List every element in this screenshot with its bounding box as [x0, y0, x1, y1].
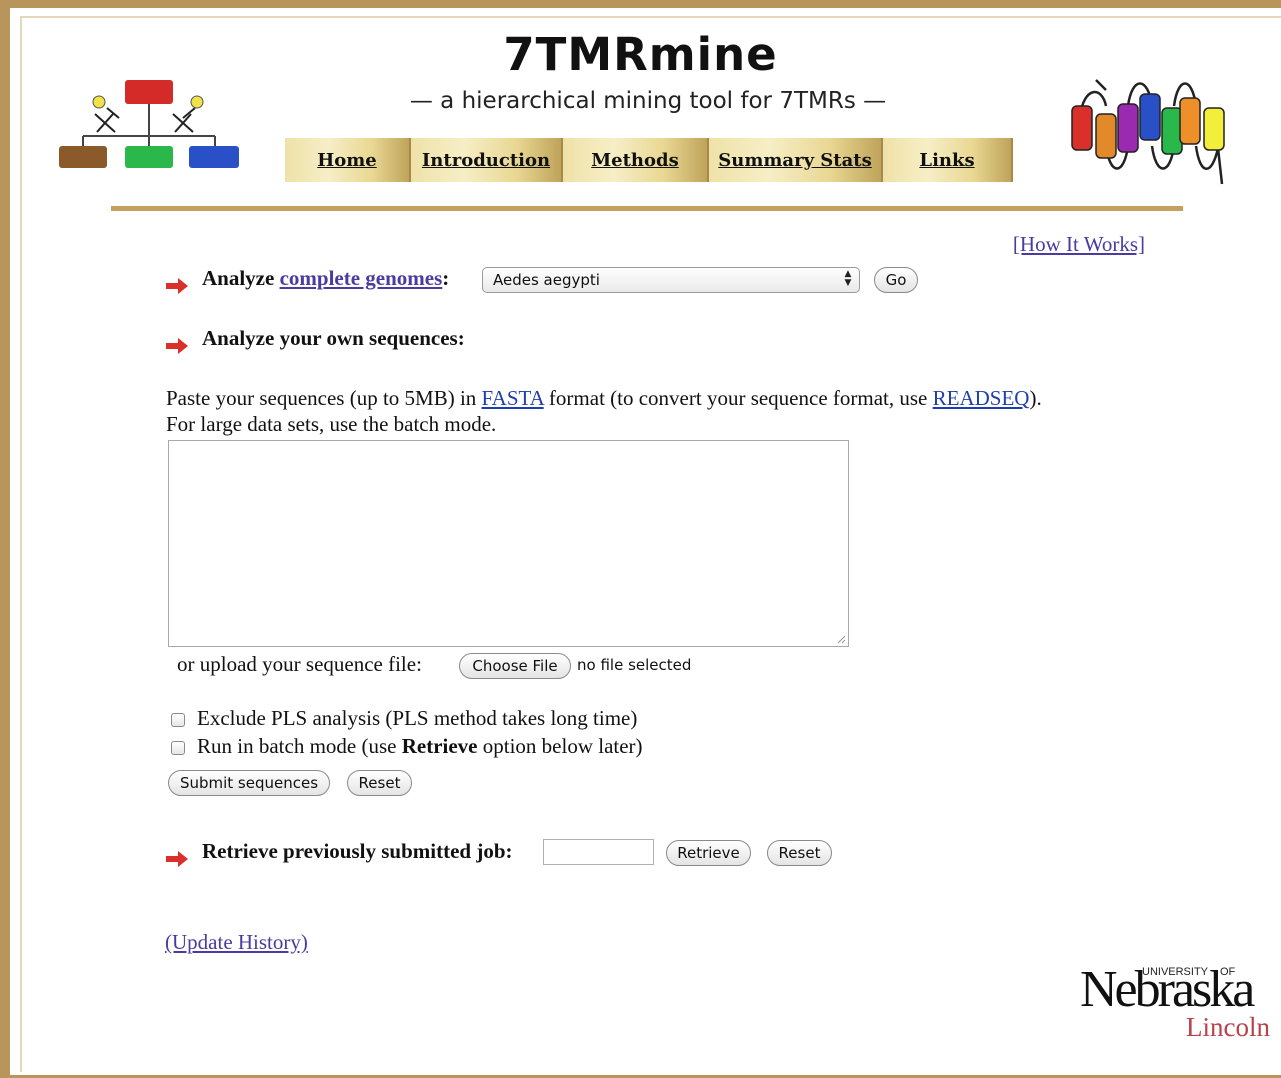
reset-retrieve-button[interactable]: Reset [767, 840, 832, 866]
retrieve-job-label: Retrieve previously submitted job: [202, 839, 513, 863]
batch-hint-text: For large data sets, use the batch mode. [166, 412, 497, 436]
batch-mode-checkbox[interactable] [171, 741, 185, 755]
batch-mode-label: Run in batch mode (use Retrieve option b… [197, 734, 643, 758]
reset-sequences-button[interactable]: Reset [347, 770, 412, 796]
readseq-link[interactable]: READSEQ [933, 386, 1030, 410]
seven-helix-receptor-icon [1071, 79, 1225, 185]
resize-grip-icon[interactable] [836, 634, 846, 644]
how-it-works-link[interactable]: [How It Works] [1013, 232, 1145, 257]
exclude-pls-label: Exclude PLS analysis (PLS method takes l… [197, 706, 638, 730]
main-nav: Home Introduction Methods Summary Stats … [285, 138, 1013, 182]
university-logo[interactable]: Nebraska UNIVERSITY OF Lincoln [1078, 960, 1270, 1045]
header-divider [111, 206, 1183, 211]
sequence-textarea[interactable] [168, 440, 849, 647]
go-button[interactable]: Go [874, 267, 918, 293]
nav-tab-summary-stats[interactable]: Summary Stats [709, 138, 883, 182]
nav-tab-methods[interactable]: Methods [563, 138, 709, 182]
genome-select-value: Aedes aegypti [493, 271, 600, 289]
nav-tab-links[interactable]: Links [883, 138, 1013, 182]
no-file-selected-text: no file selected [577, 656, 692, 674]
red-arrow-icon [166, 851, 188, 867]
own-sequences-heading: Analyze your own sequences: [202, 326, 465, 350]
select-updown-icon: ▲ ▼ [844, 269, 852, 288]
submit-sequences-button[interactable]: Submit sequences [168, 770, 330, 796]
job-id-input[interactable] [543, 839, 654, 865]
exclude-pls-checkbox[interactable] [171, 713, 185, 727]
update-history-link[interactable]: (Update History) [165, 930, 308, 955]
upload-label: or upload your sequence file: [177, 652, 422, 676]
nav-tab-home[interactable]: Home [285, 138, 411, 182]
red-arrow-icon [166, 338, 188, 354]
complete-genomes-link[interactable]: complete genomes [280, 266, 443, 290]
site-title: 7TMRmine [503, 28, 778, 81]
nav-tab-introduction[interactable]: Introduction [411, 138, 563, 182]
instructions-text: Paste your sequences (up to 5MB) in FAST… [166, 386, 1042, 436]
fasta-link[interactable]: FASTA [482, 386, 544, 410]
analyze-genomes-label: Analyze complete genomes: [202, 266, 450, 290]
retrieve-button[interactable]: Retrieve [666, 840, 751, 866]
genome-select[interactable]: Aedes aegypti ▲ ▼ [482, 267, 860, 293]
choose-file-button[interactable]: Choose File [459, 653, 571, 679]
red-arrow-icon [166, 278, 188, 294]
